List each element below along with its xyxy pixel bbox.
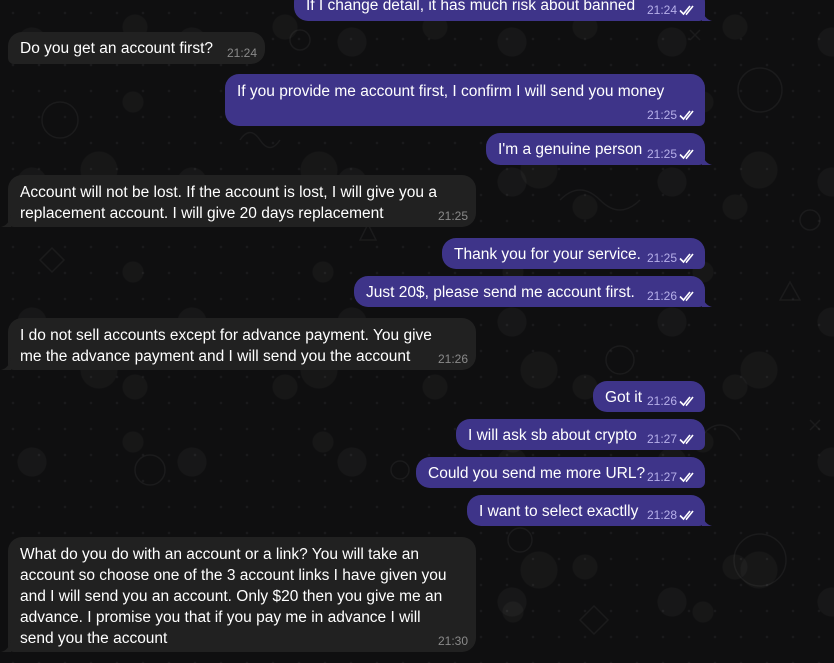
double-check-icon xyxy=(679,5,694,16)
outgoing-message[interactable]: If you provide me account first, I confi… xyxy=(225,74,705,126)
outgoing-message[interactable]: I'm a genuine person 21:25 xyxy=(486,133,712,165)
message-meta: 21:26 xyxy=(647,394,697,408)
double-check-icon xyxy=(679,510,694,521)
message-time: 21:25 xyxy=(646,147,677,161)
message-time: 21:25 xyxy=(646,108,677,122)
message-time: 21:26 xyxy=(646,289,677,303)
message-time: 21:27 xyxy=(646,470,677,484)
message-time: 21:25 xyxy=(437,209,468,223)
bubble-tail-icon xyxy=(702,9,712,21)
double-check-icon xyxy=(679,472,694,483)
message-text: I do not sell accounts except for advanc… xyxy=(20,327,432,365)
bubble-tail-icon xyxy=(702,514,712,526)
double-check-icon xyxy=(679,434,694,445)
message-time: 21:24 xyxy=(226,46,257,60)
message-text: If you provide me account first, I confi… xyxy=(237,83,665,100)
double-check-icon xyxy=(679,110,694,121)
incoming-message[interactable]: Do you get an account first? 21:24 xyxy=(8,32,265,64)
bubble-tail-icon xyxy=(702,153,712,165)
double-check-icon xyxy=(679,291,694,302)
message-meta: 21:26 xyxy=(438,352,468,366)
outgoing-message[interactable]: Thank you for your service. 21:25 xyxy=(442,238,705,269)
message-time: 21:28 xyxy=(646,508,677,522)
incoming-message[interactable]: What do you do with an account or a link… xyxy=(1,537,476,652)
message-meta: 21:24 xyxy=(647,3,697,17)
outgoing-message[interactable]: Just 20$, please send me account first. … xyxy=(354,276,712,307)
incoming-message[interactable]: Account will not be lost. If the account… xyxy=(1,175,476,227)
bubble-tail-icon xyxy=(1,358,11,370)
message-text: Account will not be lost. If the account… xyxy=(20,184,437,222)
message-meta: 21:28 xyxy=(647,508,697,522)
message-meta: 21:25 xyxy=(438,209,468,223)
message-meta: 21:25 xyxy=(647,147,697,161)
message-text: What do you do with an account or a link… xyxy=(20,546,447,647)
message-time: 21:26 xyxy=(646,394,677,408)
message-time: 21:30 xyxy=(437,634,468,648)
message-meta: 21:24 xyxy=(227,46,257,60)
outgoing-message[interactable]: I want to select exactlly 21:28 xyxy=(467,495,712,526)
message-meta: 21:27 xyxy=(647,470,697,484)
message-time: 21:24 xyxy=(646,3,677,17)
outgoing-message[interactable]: Got it 21:26 xyxy=(593,381,705,412)
message-meta: 21:26 xyxy=(647,289,697,303)
bubble-tail-icon xyxy=(1,640,11,652)
incoming-message[interactable]: I do not sell accounts except for advanc… xyxy=(1,318,476,370)
message-meta: 21:25 xyxy=(647,251,697,265)
outgoing-message[interactable]: If I change detail, it has much risk abo… xyxy=(294,0,712,21)
bubble-tail-icon xyxy=(1,215,11,227)
message-text: Do you get an account first? xyxy=(20,40,214,57)
outgoing-message[interactable]: Could you send me more URL? 21:27 xyxy=(416,457,705,488)
double-check-icon xyxy=(679,149,694,160)
message-meta: 21:25 xyxy=(647,108,697,122)
message-meta: 21:30 xyxy=(438,634,468,648)
bubble-tail-icon xyxy=(702,295,712,307)
message-text: If I change detail, it has much risk abo… xyxy=(306,0,636,14)
message-text: Just 20$, please send me account first. xyxy=(366,284,635,301)
message-time: 21:26 xyxy=(437,352,468,366)
message-meta: 21:27 xyxy=(647,432,697,446)
outgoing-message[interactable]: I will ask sb about crypto 21:27 xyxy=(456,419,705,450)
double-check-icon xyxy=(679,396,694,407)
message-time: 21:25 xyxy=(646,251,677,265)
message-time: 21:27 xyxy=(646,432,677,446)
double-check-icon xyxy=(679,253,694,264)
